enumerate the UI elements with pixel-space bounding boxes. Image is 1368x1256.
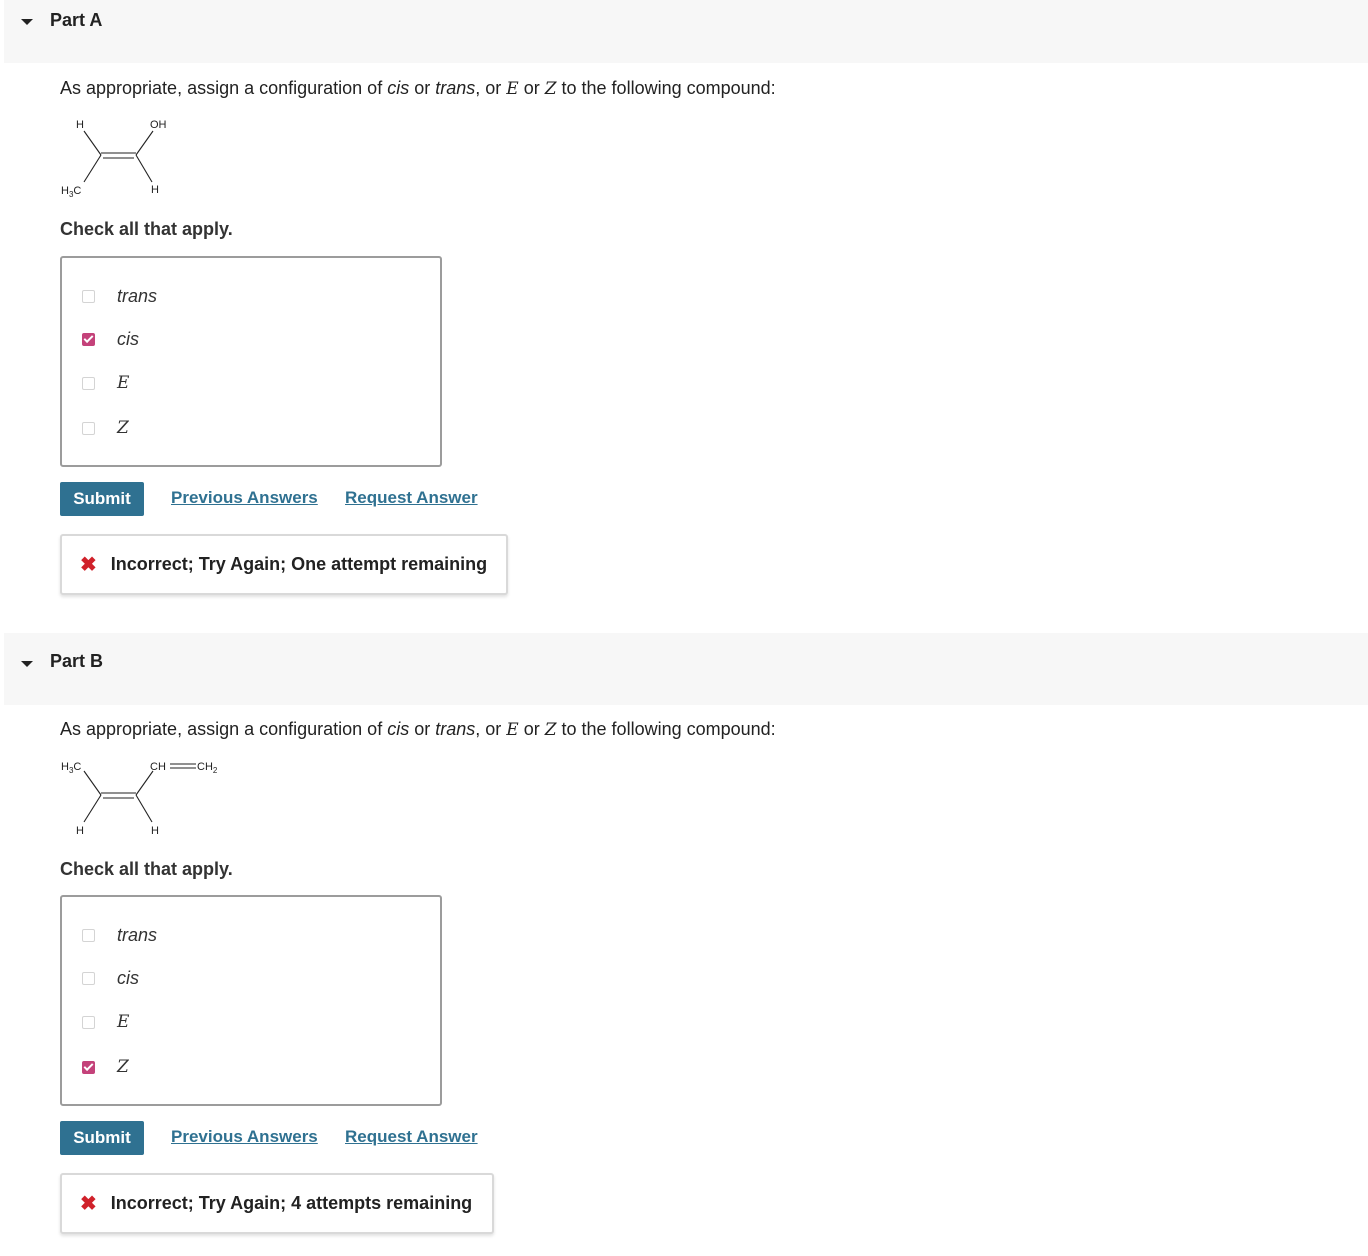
part-b-molecule-structure: H3C CH CH2 H H [61, 761, 218, 837]
part-a-check-note: Check all that apply. [60, 219, 233, 239]
caret-down-icon[interactable] [21, 661, 33, 667]
option-z[interactable]: Z [82, 416, 129, 440]
option-cis[interactable]: cis [82, 966, 139, 990]
part-b-options-box: trans cis E Z [60, 895, 442, 1106]
atom-label: H3C [61, 185, 81, 199]
option-e[interactable]: E [82, 371, 129, 395]
atom-label: H3C [61, 761, 81, 775]
atom-label: H [76, 825, 84, 837]
option-trans[interactable]: trans [82, 284, 157, 308]
checkbox[interactable] [82, 1015, 95, 1029]
option-trans[interactable]: trans [82, 923, 157, 947]
checkbox[interactable] [82, 289, 95, 303]
option-cis[interactable]: cis [82, 327, 139, 351]
part-b-prompt: As appropriate, assign a configuration o… [60, 719, 776, 740]
part-b-feedback: ✖ Incorrect; Try Again; 4 attempts remai… [60, 1173, 494, 1234]
checkbox-checked[interactable] [82, 1060, 95, 1074]
caret-down-icon[interactable] [21, 19, 33, 25]
atom-label: CH2 [197, 761, 218, 775]
part-a-header[interactable]: Part A [4, 0, 1368, 63]
part-a-submit-button[interactable]: Submit [60, 482, 144, 516]
checkbox[interactable] [82, 971, 95, 985]
part-a-prompt: As appropriate, assign a configuration o… [60, 78, 776, 99]
error-x-icon: ✖ [80, 1192, 97, 1215]
part-b-previous-answers-link[interactable]: Previous Answers [171, 1127, 318, 1147]
part-b-header[interactable]: Part B [4, 633, 1368, 705]
atom-label: H [151, 825, 159, 837]
part-a-feedback: ✖ Incorrect; Try Again; One attempt rema… [60, 534, 508, 595]
checkbox[interactable] [82, 421, 95, 435]
part-a-previous-answers-link[interactable]: Previous Answers [171, 488, 318, 508]
checkbox[interactable] [82, 928, 95, 942]
checkbox[interactable] [82, 376, 95, 390]
atom-label: H [151, 184, 159, 196]
option-e[interactable]: E [82, 1010, 129, 1034]
atom-label: CH [150, 761, 166, 773]
atom-label: OH [150, 119, 167, 131]
part-a-request-answer-link[interactable]: Request Answer [345, 488, 478, 508]
part-a-molecule-structure: H OH H3C H [61, 119, 167, 199]
part-a-title: Part A [50, 10, 103, 30]
checkbox-checked[interactable] [82, 332, 95, 346]
part-b-submit-button[interactable]: Submit [60, 1121, 144, 1155]
part-b-title: Part B [50, 651, 104, 671]
part-b-check-note: Check all that apply. [60, 859, 233, 879]
option-z[interactable]: Z [82, 1055, 129, 1079]
part-b-request-answer-link[interactable]: Request Answer [345, 1127, 478, 1147]
atom-label: H [76, 119, 84, 131]
part-a-options-box: trans cis E Z [60, 256, 442, 467]
error-x-icon: ✖ [80, 553, 97, 576]
